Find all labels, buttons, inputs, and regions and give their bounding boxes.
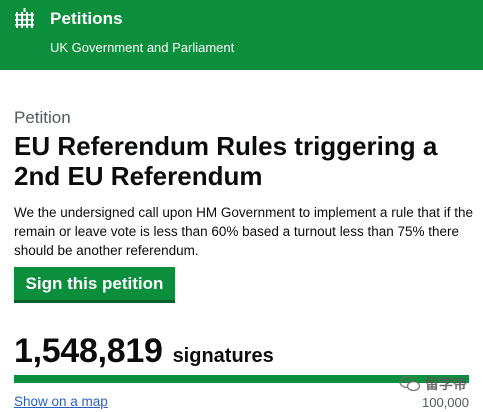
- signature-count-row: 1,548,819 signatures: [14, 332, 274, 371]
- show-on-map-link[interactable]: Show on a map: [14, 394, 108, 409]
- site-header: Petitions UK Government and Parliament: [0, 0, 483, 70]
- portcullis-icon: [15, 8, 34, 28]
- signature-threshold: 100,000: [422, 395, 469, 410]
- wechat-icon: [399, 375, 421, 392]
- site-subtitle: UK Government and Parliament: [50, 40, 235, 55]
- petition-description: We the undersigned call upon HM Governme…: [14, 205, 473, 258]
- watermark: 留学帝: [399, 374, 467, 394]
- petition-title: EU Referendum Rules triggering a 2nd EU …: [14, 131, 438, 191]
- site-title[interactable]: Petitions: [50, 9, 123, 29]
- sign-petition-button[interactable]: Sign this petition: [14, 267, 175, 303]
- watermark-text: 留学帝: [425, 376, 467, 392]
- signature-count: 1,548,819: [14, 332, 163, 370]
- signature-unit: signatures: [172, 345, 274, 367]
- petition-label: Petition: [14, 108, 71, 127]
